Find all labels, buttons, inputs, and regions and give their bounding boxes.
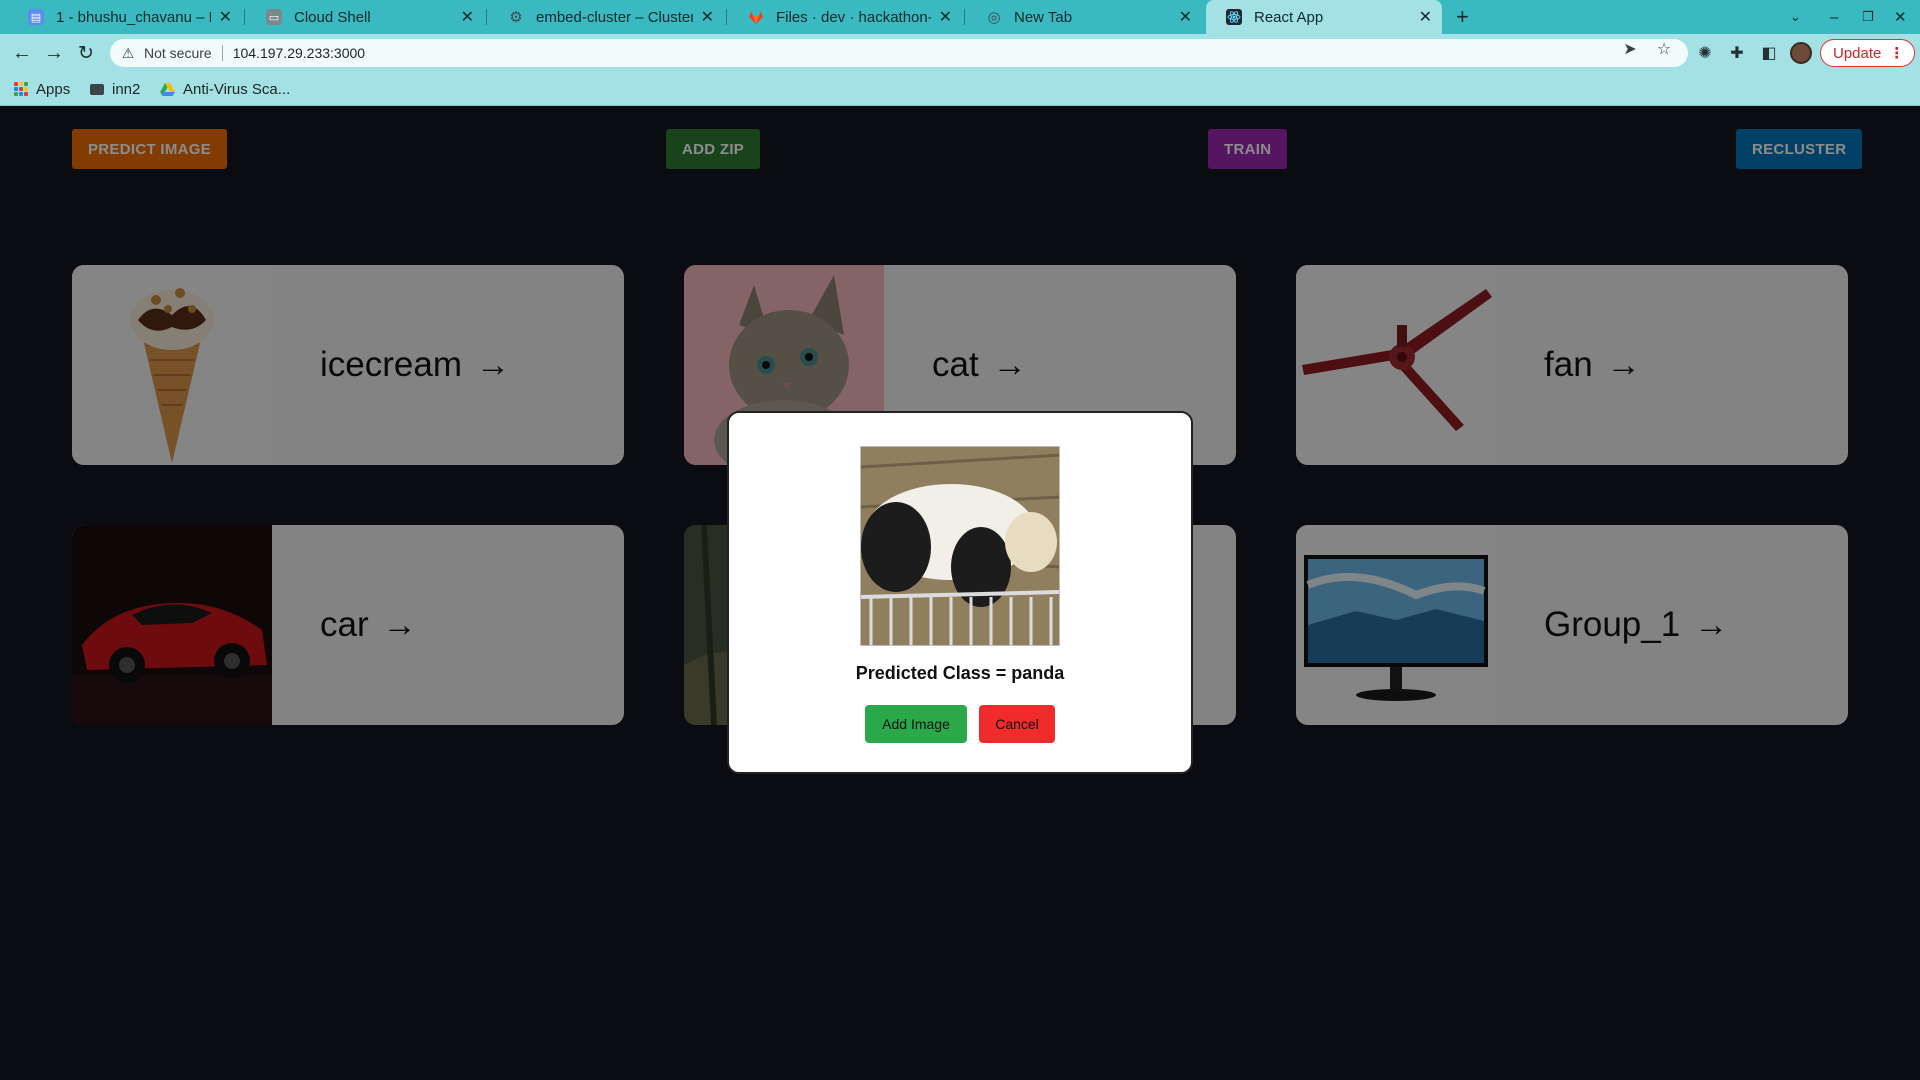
bookmark-label: Anti-Virus Sca... [183,80,291,98]
divider [221,45,223,61]
new-tab-button[interactable]: + [1456,0,1469,34]
puzzle-icon[interactable]: ✚ [1726,42,1748,64]
apps-grid-icon [14,82,28,96]
panda-image [860,446,1060,646]
bookmark-apps[interactable]: Apps [14,72,70,106]
send-icon[interactable]: ➤ [1620,39,1640,59]
add-image-button[interactable]: Add Image [865,705,967,743]
close-icon[interactable]: ✕ [1419,7,1432,27]
tab-search-icon[interactable]: ⌄ [1790,0,1801,34]
menu-dots-icon: ⋮ [1889,45,1905,62]
bookmark-inn2[interactable]: inn2 [90,72,140,106]
address-bar[interactable]: ⚠ Not secure 104.197.29.233:3000 [110,39,1688,67]
bookmark-label: inn2 [112,80,141,98]
predict-dialog: Predicted Class = panda Add Image Cancel [727,411,1193,774]
tab-separator [244,9,245,25]
avatar[interactable] [1790,42,1812,64]
react-icon [1226,9,1242,25]
browser-toolbar: ← → ↻ ⚠ Not secure 104.197.29.233:3000 ➤… [0,34,1920,72]
predicted-class-text: Predicted Class = panda [855,663,1065,683]
tab-strip: ▤ 1 - bhushu_chavanu – Buc ✕ ▭ Cloud She… [0,0,1920,34]
sheets-icon: ▤ [28,9,44,25]
side-panel-icon[interactable]: ◧ [1758,42,1780,64]
back-icon[interactable]: ← [10,41,34,65]
update-label: Update [1833,44,1882,62]
forward-icon[interactable]: → [42,41,66,65]
bookmark-anti-virus[interactable]: Anti-Virus Sca... [160,72,290,106]
security-label[interactable]: Not secure [144,45,212,61]
tab-gitlab-files[interactable]: Files · dev · hackathon-20 ✕ [728,0,962,34]
minimize-icon[interactable]: ‒ [1830,0,1838,34]
tab-title: Cloud Shell [294,8,371,26]
bookmark-star-icon[interactable]: ☆ [1654,39,1674,59]
tab-title: React App [1254,8,1324,26]
tab-title: embed-cluster – Clusters [536,8,693,26]
bookmark-label: Apps [36,80,71,98]
cloud-shell-icon: ▭ [266,9,282,25]
close-icon[interactable]: ✕ [461,7,474,27]
globe-icon: ◎ [987,9,1001,26]
gitlab-icon [748,9,764,25]
url-text[interactable]: 104.197.29.233:3000 [233,45,365,61]
close-icon[interactable]: ✕ [1179,7,1192,27]
warning-icon[interactable]: ⚠ [120,45,136,61]
close-icon[interactable]: ✕ [701,7,714,27]
tab-sheets[interactable]: ▤ 1 - bhushu_chavanu – Buc ✕ [8,0,242,34]
tab-separator [486,9,487,25]
close-window-icon[interactable]: ✕ [1894,0,1907,34]
update-button[interactable]: Update ⋮ [1820,39,1916,67]
tab-new-tab[interactable]: ◎ New Tab ✕ [966,0,1202,34]
bookmarks-bar: Apps inn2 Anti-Virus Sca... [0,72,1920,106]
drive-icon [160,82,175,96]
extension-icon[interactable]: ✺ [1694,42,1716,64]
tab-react-app[interactable]: React App ✕ [1206,0,1442,34]
tab-title: Files · dev · hackathon-20 [776,8,931,26]
close-icon[interactable]: ✕ [939,7,952,27]
gear-icon: ⚙ [509,9,523,26]
tab-title: New Tab [1014,8,1073,26]
tab-separator [964,9,965,25]
cancel-button[interactable]: Cancel [979,705,1055,743]
folder-icon [90,83,104,95]
restore-icon[interactable]: ❐ [1862,0,1874,34]
tab-cloud-shell[interactable]: ▭ Cloud Shell ✕ [246,0,484,34]
tab-title: 1 - bhushu_chavanu – Buc [56,8,211,26]
tab-separator [726,9,727,25]
reload-icon[interactable]: ↻ [74,41,98,65]
tab-embed-cluster[interactable]: ⚙ embed-cluster – Clusters ✕ [488,0,724,34]
close-icon[interactable]: ✕ [219,7,232,27]
